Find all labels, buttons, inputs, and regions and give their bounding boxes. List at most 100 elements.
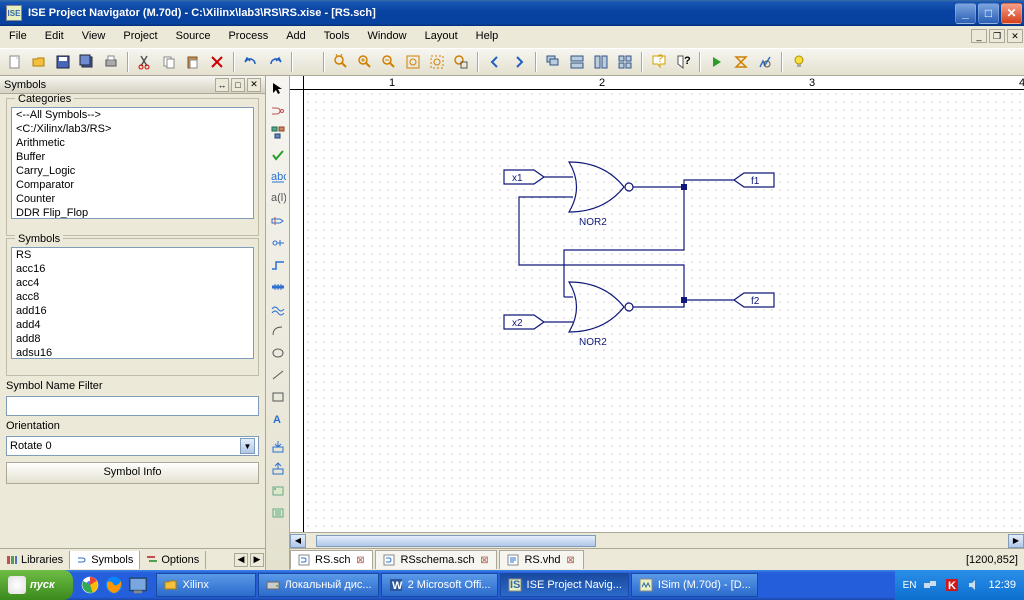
scroll-left-button[interactable]: ◀	[290, 534, 306, 548]
new-button[interactable]	[4, 51, 26, 73]
instance-tool[interactable]	[267, 480, 289, 502]
text-tool[interactable]: A	[267, 408, 289, 430]
menu-layout[interactable]: Layout	[416, 26, 467, 48]
rename-tool[interactable]: a(l)	[267, 188, 289, 210]
schematic-canvas[interactable]: x1 x2 f1 f2	[304, 90, 1024, 532]
mdi-close-button[interactable]: ✕	[1007, 29, 1023, 43]
zoom-tool-button[interactable]	[330, 51, 352, 73]
categories-listbox[interactable]: <--All Symbols--> <C:/Xilinx/lab3/RS> Ar…	[11, 107, 254, 219]
nav-forward-button[interactable]	[508, 51, 530, 73]
zoom-in-button[interactable]	[354, 51, 376, 73]
doc-tab-rs-vhd[interactable]: RS.vhd ⊠	[499, 550, 583, 569]
symbol-item[interactable]: acc4	[12, 276, 253, 290]
tile-grid-button[interactable]	[614, 51, 636, 73]
window-maximize-button[interactable]: □	[978, 3, 999, 24]
tile-h-button[interactable]	[566, 51, 588, 73]
panel-close-button[interactable]: ✕	[247, 78, 261, 92]
tip-button[interactable]	[788, 51, 810, 73]
doc-tab-close[interactable]: ⊠	[478, 554, 490, 566]
symbol-item[interactable]: adsu16	[12, 346, 253, 359]
context-help-button[interactable]: ?	[648, 51, 670, 73]
tab-scroll-left[interactable]: ◀	[234, 553, 248, 567]
category-item[interactable]: DDR Flip_Flop	[12, 206, 253, 219]
doc-tab-rs-sch[interactable]: RS.sch ⊠	[290, 550, 373, 569]
arc-tool[interactable]	[267, 320, 289, 342]
category-item[interactable]: <C:/Xilinx/lab3/RS>	[12, 122, 253, 136]
taskbar-item-drive[interactable]: Локальный дис...	[258, 573, 379, 597]
line-tool[interactable]	[267, 364, 289, 386]
window-minimize-button[interactable]: _	[955, 3, 976, 24]
cut-button[interactable]	[134, 51, 156, 73]
zoom-area-button[interactable]	[426, 51, 448, 73]
bus-tap-tool[interactable]	[267, 232, 289, 254]
orientation-combo[interactable]: Rotate 0 ▼	[6, 436, 259, 456]
tray-network-icon[interactable]	[922, 577, 938, 593]
tray-volume-icon[interactable]	[966, 577, 982, 593]
tab-symbols[interactable]: Symbols	[70, 551, 140, 569]
taskbar-item-isim[interactable]: ISim (M.70d) - [D...	[631, 573, 758, 597]
ql-chrome[interactable]	[79, 574, 101, 596]
delete-button[interactable]	[206, 51, 228, 73]
check-tool[interactable]	[267, 144, 289, 166]
nav-back-button[interactable]	[484, 51, 506, 73]
add-symbol-tool[interactable]	[267, 100, 289, 122]
tile-v-button[interactable]	[590, 51, 612, 73]
category-item[interactable]: Carry_Logic	[12, 164, 253, 178]
symbol-item[interactable]: acc8	[12, 290, 253, 304]
redo-button[interactable]	[264, 51, 286, 73]
category-item[interactable]: Arithmetic	[12, 136, 253, 150]
scroll-thumb[interactable]	[316, 535, 596, 547]
panel-float-button[interactable]: ↔	[215, 78, 229, 92]
category-item[interactable]: Counter	[12, 192, 253, 206]
cascade-button[interactable]	[542, 51, 564, 73]
language-indicator[interactable]: EN	[903, 580, 917, 591]
symbol-item[interactable]: add4	[12, 318, 253, 332]
select-tool[interactable]	[267, 78, 289, 100]
hierarchy-tool[interactable]	[267, 122, 289, 144]
symbol-item[interactable]: add16	[12, 304, 253, 318]
zoom-selection-button[interactable]	[450, 51, 472, 73]
menu-edit[interactable]: Edit	[36, 26, 73, 48]
menu-view[interactable]: View	[73, 26, 115, 48]
wire-tool[interactable]	[267, 254, 289, 276]
zoom-out-button[interactable]	[378, 51, 400, 73]
circle-tool[interactable]	[267, 342, 289, 364]
ql-firefox[interactable]	[103, 574, 125, 596]
bus-tool[interactable]	[267, 276, 289, 298]
start-button[interactable]: пуск	[0, 570, 73, 600]
copy-button[interactable]	[158, 51, 180, 73]
undo-button[interactable]	[240, 51, 262, 73]
tab-libraries[interactable]: Libraries	[0, 551, 70, 569]
save-button[interactable]	[52, 51, 74, 73]
port-tool[interactable]	[267, 502, 289, 524]
panel-restore-button[interactable]: □	[231, 78, 245, 92]
symbol-item[interactable]: add8	[12, 332, 253, 346]
category-item[interactable]: Buffer	[12, 150, 253, 164]
io-marker-tool[interactable]	[267, 210, 289, 232]
symbol-filter-input[interactable]	[6, 396, 259, 416]
menu-source[interactable]: Source	[167, 26, 220, 48]
run-button[interactable]	[706, 51, 728, 73]
category-item[interactable]: <--All Symbols-->	[12, 108, 253, 122]
mdi-restore-button[interactable]: ❐	[989, 29, 1005, 43]
whats-this-button[interactable]: ?	[672, 51, 694, 73]
window-close-button[interactable]: ✕	[1001, 3, 1022, 24]
taskbar-clock[interactable]: 12:39	[988, 579, 1016, 591]
symbols-listbox[interactable]: RS acc16 acc4 acc8 add16 add4 add8 adsu1…	[11, 247, 254, 359]
symbol-info-button[interactable]: Symbol Info	[6, 462, 259, 484]
scroll-right-button[interactable]: ▶	[1008, 534, 1024, 548]
mdi-minimize-button[interactable]: _	[971, 29, 987, 43]
save-all-button[interactable]	[76, 51, 98, 73]
zoom-fit-button[interactable]	[402, 51, 424, 73]
print-button[interactable]	[100, 51, 122, 73]
menu-project[interactable]: Project	[114, 26, 166, 48]
menu-file[interactable]: File	[0, 26, 36, 48]
symbol-item[interactable]: acc16	[12, 262, 253, 276]
find-tool-button[interactable]	[754, 51, 776, 73]
menu-tools[interactable]: Tools	[315, 26, 359, 48]
category-item[interactable]: Comparator	[12, 178, 253, 192]
horizontal-scrollbar[interactable]: ◀ ▶	[290, 532, 1024, 548]
net-name-tool[interactable]: abc	[267, 166, 289, 188]
summary-button[interactable]	[730, 51, 752, 73]
doc-tab-rsschema-sch[interactable]: RSschema.sch ⊠	[375, 550, 497, 569]
